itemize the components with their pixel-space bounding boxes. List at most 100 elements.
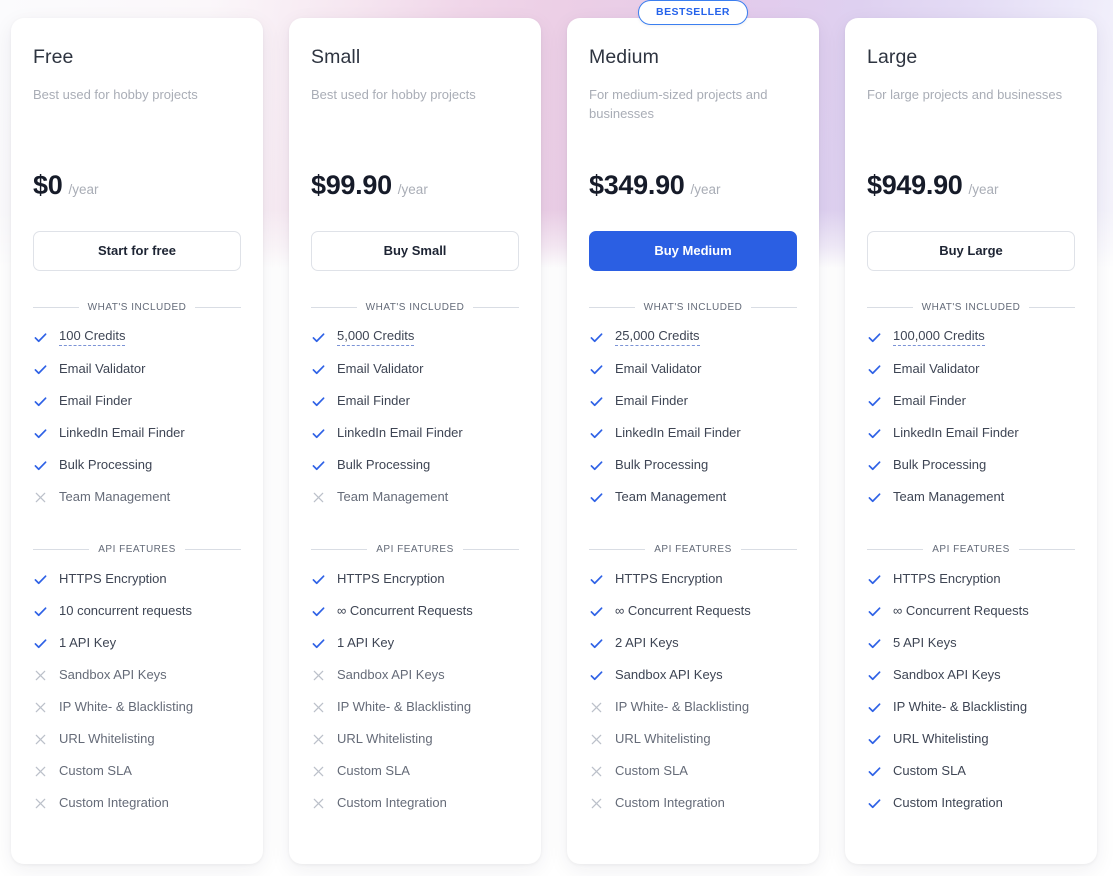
close-icon [313, 798, 324, 809]
price-period: /year [68, 182, 99, 197]
feature-item: Email Finder [867, 385, 1075, 417]
feature-item: IP White- & Blacklisting [867, 691, 1075, 723]
feature-label: URL Whitelisting [59, 731, 155, 747]
check-icon [34, 575, 47, 584]
cta-button-small[interactable]: Buy Small [311, 231, 519, 272]
feature-item: Email Finder [33, 385, 241, 417]
feature-label: Custom Integration [337, 795, 447, 811]
feature-label: IP White- & Blacklisting [59, 699, 194, 715]
cta-button-medium[interactable]: Buy Medium [589, 231, 797, 272]
cta-button-large[interactable]: Buy Large [867, 231, 1075, 272]
check-icon [590, 493, 603, 502]
plan-name: Free [33, 46, 74, 68]
feature-item: Custom SLA [33, 755, 241, 787]
feature-label: Custom Integration [893, 795, 1003, 811]
check-icon [868, 493, 881, 502]
feature-item: 10 concurrent requests [33, 595, 241, 627]
check-icon [34, 639, 47, 648]
feature-item: Sandbox API Keys [867, 659, 1075, 691]
divider-line-left [33, 549, 90, 551]
divider-line-right [1029, 307, 1076, 309]
check-icon [590, 429, 603, 438]
section-header-api: API FEATURES [311, 544, 519, 555]
feature-label: Email Finder [337, 393, 410, 409]
feature-item: Sandbox API Keys [33, 659, 241, 691]
feature-label: LinkedIn Email Finder [337, 425, 463, 441]
feature-item: Email Validator [589, 353, 797, 385]
close-icon [35, 492, 46, 503]
included-feature-list: 25,000 Credits Email Validator Email Finde… [589, 321, 797, 513]
feature-item: Custom Integration [33, 787, 241, 819]
feature-label: Custom SLA [893, 763, 966, 779]
close-icon [313, 766, 324, 777]
feature-label: Sandbox API Keys [59, 667, 167, 683]
check-icon [34, 461, 47, 470]
cta-button-free[interactable]: Start for free [33, 231, 241, 272]
feature-item: Sandbox API Keys [589, 659, 797, 691]
divider-line-right [1018, 549, 1075, 551]
feature-label: Bulk Processing [893, 457, 987, 473]
feature-item: 1 API Key [33, 627, 241, 659]
close-icon [591, 766, 602, 777]
check-icon [34, 397, 47, 406]
section-label: API FEATURES [654, 544, 732, 556]
feature-item: 2 API Keys [589, 627, 797, 659]
pricing-plans-grid: Free Best used for hobby projects $0/year S… [0, 0, 1113, 876]
feature-label: Team Management [337, 489, 449, 505]
price-amount: $0 [33, 170, 63, 200]
feature-item: Custom SLA [867, 755, 1075, 787]
feature-label: Email Validator [59, 361, 146, 377]
feature-item: 25,000 Credits [589, 321, 797, 353]
section-header-included: WHAT'S INCLUDED [33, 302, 242, 313]
price-row: $349.90/year [589, 170, 797, 201]
feature-item: 5,000 Credits [311, 321, 519, 353]
divider-line-right [740, 549, 797, 551]
feature-item: 100 Credits [33, 321, 241, 353]
check-icon [312, 575, 325, 584]
price-amount: $349.90 [589, 170, 685, 200]
feature-item: LinkedIn Email Finder [867, 417, 1075, 449]
feature-label: Sandbox API Keys [893, 667, 1001, 683]
check-icon [590, 639, 603, 648]
feature-item: LinkedIn Email Finder [311, 417, 519, 449]
feature-item: IP White- & Blacklisting [589, 691, 797, 723]
close-icon [313, 734, 324, 745]
feature-label: 10 concurrent requests [59, 603, 192, 619]
feature-label[interactable]: 100 Credits [59, 328, 126, 347]
feature-label[interactable]: 25,000 Credits [615, 328, 700, 347]
feature-label: 5 API Keys [893, 635, 957, 651]
check-icon [34, 365, 47, 374]
feature-label: 1 API Key [337, 635, 395, 651]
feature-label: Bulk Processing [59, 457, 153, 473]
check-icon [868, 607, 881, 616]
feature-item: LinkedIn Email Finder [33, 417, 241, 449]
feature-item: HTTPS Encryption [33, 563, 241, 595]
feature-item: HTTPS Encryption [311, 563, 519, 595]
section-label: WHAT'S INCLUDED [643, 302, 743, 314]
feature-label: Email Finder [893, 393, 966, 409]
price-amount: $99.90 [311, 170, 392, 200]
included-feature-list: 100 Credits Email Validator Email Finder Li… [33, 321, 241, 513]
check-icon [312, 639, 325, 648]
close-icon [591, 798, 602, 809]
plan-card-large: Large For large projects and businesses $9… [845, 18, 1097, 864]
divider-line-left [311, 307, 357, 309]
feature-item: Email Finder [589, 385, 797, 417]
price-amount: $949.90 [867, 170, 963, 200]
feature-item: Bulk Processing [311, 449, 519, 481]
api-feature-list: HTTPS Encryption ∞ Concurrent Requests 5 A… [867, 563, 1075, 819]
check-icon [868, 767, 881, 776]
check-icon [868, 397, 881, 406]
divider-line-left [589, 549, 646, 551]
feature-label[interactable]: 5,000 Credits [337, 328, 415, 347]
close-icon [313, 702, 324, 713]
feature-label[interactable]: 100,000 Credits [893, 328, 985, 347]
plan-name: Medium [589, 46, 659, 68]
feature-label: 1 API Key [59, 635, 117, 651]
check-icon [312, 397, 325, 406]
feature-label: IP White- & Blacklisting [615, 699, 750, 715]
check-icon [868, 333, 881, 342]
feature-label: IP White- & Blacklisting [337, 699, 472, 715]
feature-label: LinkedIn Email Finder [615, 425, 741, 441]
feature-item: Sandbox API Keys [311, 659, 519, 691]
